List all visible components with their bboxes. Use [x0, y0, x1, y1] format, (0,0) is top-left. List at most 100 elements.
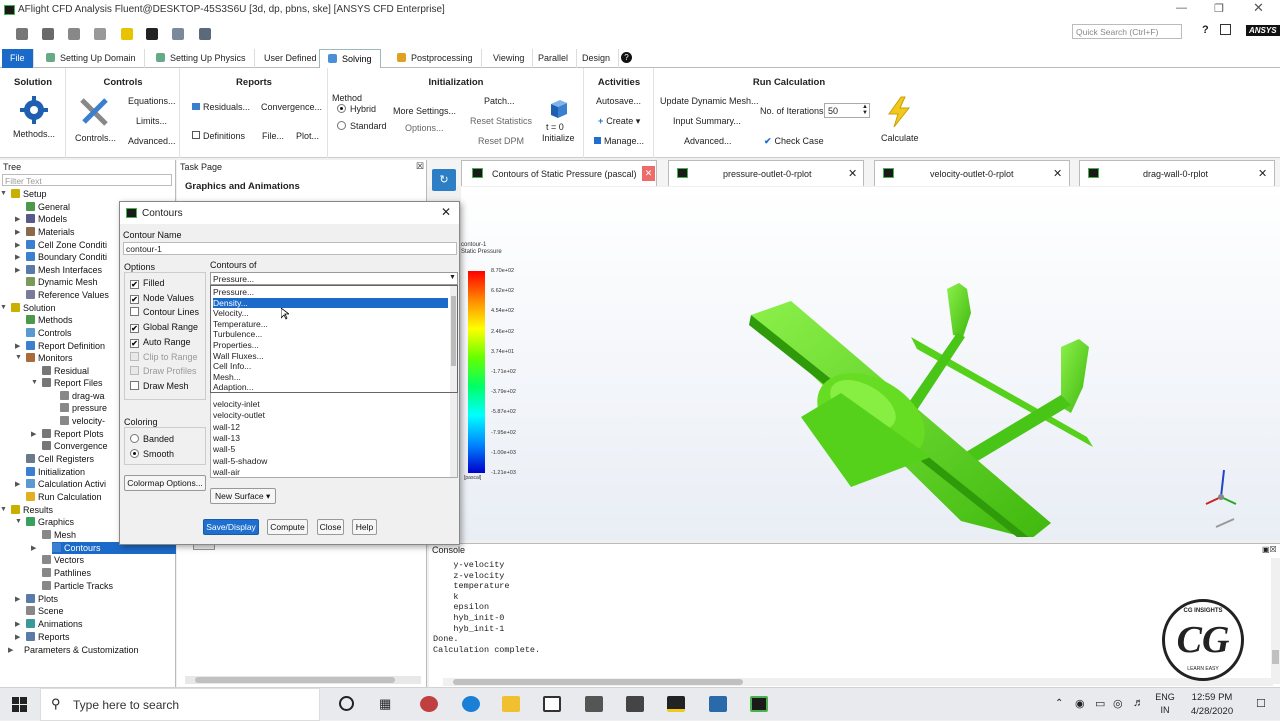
surfaces-list[interactable]: velocity-inlet velocity-outlet wall-12 wall… [210, 390, 458, 478]
tab-velocity-outlet-rplot[interactable]: velocity-outlet-0-rplot ✕ [874, 160, 1070, 186]
tree-item-animations[interactable]: Animations [26, 618, 83, 630]
open-icon[interactable] [42, 28, 54, 40]
console-scrollbar[interactable] [1271, 558, 1280, 684]
maximize-icon[interactable]: ❐ [1214, 2, 1224, 15]
dropdown-option[interactable]: Mesh... [213, 372, 241, 383]
clock[interactable]: 12:59 PM 4/28/2020 [1184, 692, 1240, 717]
dropdown-option[interactable]: Pressure... [213, 287, 254, 298]
manage-button[interactable]: Manage... [594, 136, 644, 146]
tab-pressure-outlet-rplot[interactable]: pressure-outlet-0-rplot ✕ [668, 160, 864, 186]
collapse-arrow-icon[interactable]: ▼ [0, 304, 7, 311]
calculate-button[interactable]: Calculate [881, 133, 919, 143]
expand-arrow-icon[interactable]: ▶ [15, 480, 20, 488]
store-icon[interactable] [585, 696, 603, 712]
expand-arrow-icon[interactable]: ▶ [31, 544, 36, 552]
console-float-icon[interactable]: ▣☒ [1262, 545, 1277, 554]
input-summary-button[interactable]: Input Summary... [673, 116, 741, 126]
new-icon[interactable] [16, 28, 28, 40]
tree-item-report-definition[interactable]: Report Definition [26, 340, 105, 352]
ansys-workbench-icon[interactable] [667, 696, 685, 712]
layout-icon[interactable] [1220, 24, 1231, 35]
initialize-button[interactable]: Initialize [542, 133, 575, 143]
expand-arrow-icon[interactable]: ▶ [15, 595, 20, 603]
dropdown-option[interactable]: Density... [213, 297, 448, 309]
battery-icon[interactable]: ▭ [1095, 697, 1105, 710]
language-indicator[interactable]: ENG IN [1155, 692, 1175, 715]
tree-item-cell-zone-conditi[interactable]: Cell Zone Conditi [26, 239, 107, 251]
dropdown-option[interactable]: Wall Fluxes... [213, 351, 264, 362]
surface-list-item[interactable]: wall-5 [213, 444, 235, 455]
help-icon[interactable]: ? [1202, 24, 1209, 36]
banded-radio[interactable]: Banded [130, 434, 174, 444]
spinner-icon[interactable]: ▲ ▼ [862, 104, 868, 116]
expand-arrow-icon[interactable]: ▶ [8, 646, 13, 654]
tab-setting-up-domain[interactable]: Setting Up Domain [38, 49, 145, 68]
collapse-arrow-icon[interactable]: ▼ [15, 518, 22, 525]
tree-item-pressure[interactable]: pressure [60, 402, 107, 414]
surface-list-item[interactable]: velocity-inlet [213, 399, 260, 410]
dialog-close-icon[interactable]: ✕ [441, 205, 451, 219]
tree-item-drag-wa[interactable]: drag-wa [60, 390, 105, 402]
expand-arrow-icon[interactable]: ▶ [15, 620, 20, 628]
tray-chevron-icon[interactable]: ⌃ [1055, 698, 1063, 709]
surfaces-scrollbar[interactable] [450, 391, 457, 477]
app-icon-media[interactable] [420, 696, 438, 712]
contours-of-dropdown[interactable]: Pressure... Density... Velocity... Temperat… [210, 285, 458, 393]
tab-file[interactable]: File [2, 49, 34, 68]
task-page-scrollbar[interactable] [185, 676, 421, 684]
option-global-range-checkbox[interactable]: ✔ Global Range [130, 322, 198, 334]
tree-item-run-calculation[interactable]: Run Calculation [26, 491, 102, 503]
console-hscrollbar[interactable] [443, 678, 1273, 686]
surface-list-item[interactable]: velocity-outlet [213, 410, 265, 421]
dropdown-scrollbar[interactable] [450, 286, 457, 392]
scroll-thumb[interactable] [195, 677, 395, 683]
dropdown-option[interactable]: Cell Info... [213, 361, 251, 372]
mail-icon[interactable] [543, 696, 561, 712]
dropdown-option[interactable]: Adaption... [213, 382, 254, 393]
panels-icon[interactable] [199, 28, 211, 40]
file-explorer-icon[interactable] [502, 696, 520, 712]
sync-views-icon[interactable]: ↻ [432, 169, 456, 191]
scroll-thumb[interactable] [453, 679, 743, 685]
report-file-button[interactable]: File... [262, 131, 284, 141]
definitions-button[interactable]: Definitions [192, 131, 245, 141]
task-page-close-icon[interactable]: ☒ [416, 161, 424, 172]
lightning-icon[interactable] [121, 28, 133, 40]
save-icon[interactable] [68, 28, 80, 40]
surface-list-item[interactable]: wall-12 [213, 422, 240, 433]
tree-item-report-plots[interactable]: Report Plots [42, 428, 104, 440]
scroll-thumb[interactable] [1272, 650, 1279, 664]
close-button[interactable]: Close [317, 519, 344, 535]
dropdown-option[interactable]: Turbulence... [213, 329, 262, 340]
close-tab-icon[interactable]: ✕ [642, 166, 655, 181]
graphics-viewport[interactable]: contour-1 Static Pressure 8.70e+02 6.62e+… [461, 187, 1280, 540]
workbench-project-icon[interactable] [709, 696, 727, 712]
tree-item-materials[interactable]: Materials [26, 226, 75, 238]
option-filled-checkbox[interactable]: ✔ Filled [130, 278, 165, 289]
tree-item-plots[interactable]: Plots [26, 593, 58, 605]
tree-item-dynamic-mesh[interactable]: Dynamic Mesh [26, 276, 98, 288]
tree-item-parameters-customization[interactable]: Parameters & Customization [24, 644, 139, 656]
refresh-icon[interactable] [94, 28, 106, 40]
tray-people-icon[interactable]: ◉ [1075, 697, 1085, 710]
scroll-thumb[interactable] [451, 296, 456, 366]
surface-list-item[interactable]: wall-13 [213, 433, 240, 444]
option-draw-mesh-checkbox[interactable]: Draw Mesh [130, 380, 189, 391]
quick-search-input[interactable]: Quick Search (Ctrl+F) [1072, 24, 1182, 39]
dropdown-option[interactable]: Temperature... [213, 319, 268, 330]
windows-start-icon[interactable] [12, 697, 28, 713]
tab-design[interactable]: Design [574, 49, 620, 68]
network-icon[interactable]: ◎ [1113, 697, 1123, 710]
grid-icon[interactable] [172, 28, 184, 40]
tree-item-calculation-activi[interactable]: Calculation Activi [26, 478, 106, 490]
collapse-arrow-icon[interactable]: ▼ [15, 354, 22, 361]
tree-item-report-files[interactable]: Report Files [42, 377, 103, 389]
autosave-button[interactable]: Autosave... [596, 96, 641, 106]
tab-contours-static-pressure[interactable]: Contours of Static Pressure (pascal) ✕ [461, 160, 657, 186]
tree-item-residual[interactable]: Residual [42, 365, 89, 377]
tab-setting-up-physics[interactable]: Setting Up Physics [148, 49, 255, 68]
report-plot-button[interactable]: Plot... [296, 131, 319, 141]
controls-button[interactable]: Controls... [75, 133, 116, 143]
help-button[interactable]: Help [352, 519, 377, 535]
fluent-taskbar-icon[interactable] [750, 696, 768, 712]
